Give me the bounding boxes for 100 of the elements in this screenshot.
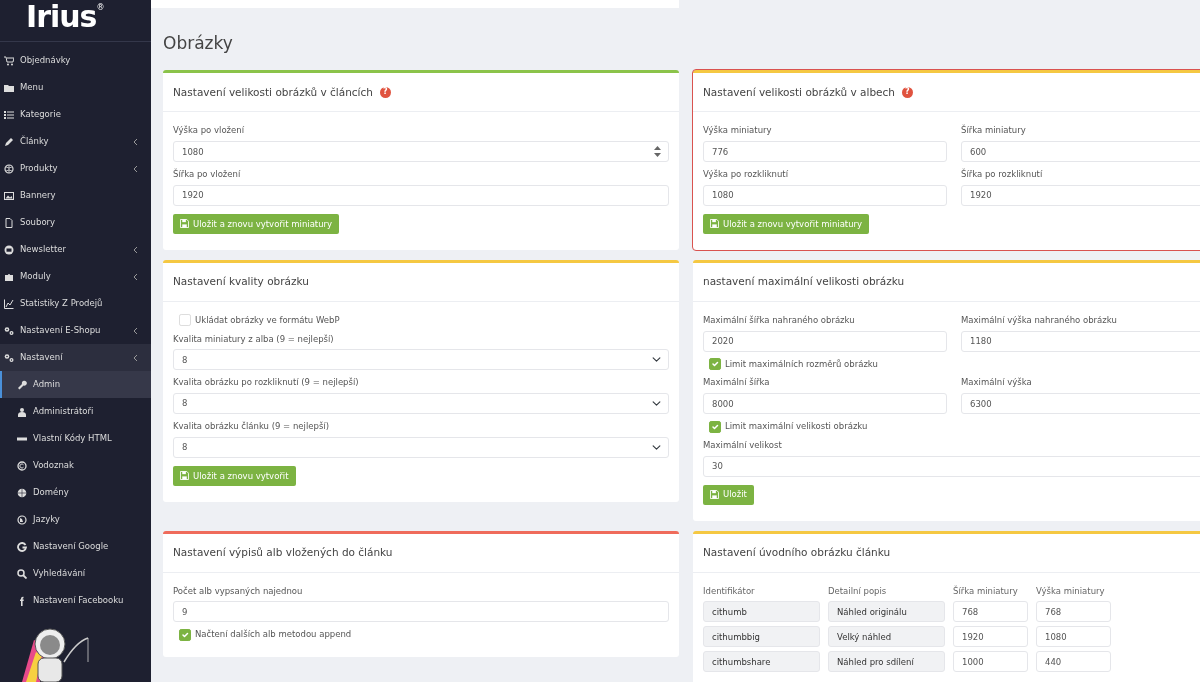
card-title: Nastavení úvodního obrázku článku [703,544,891,560]
field-label: Maximální výška [961,376,1033,390]
checkbox[interactable] [709,358,721,370]
input-field[interactable]: 776 [703,141,947,163]
field-label: Šířka po rozkliknutí [961,168,1044,181]
checkbox-label: Limit maximální velikosti obrázku [725,420,868,433]
card-title: Nastavení kvality obrázku [173,274,309,289]
sidebar-item[interactable]: Moduly [0,263,151,290]
help-icon[interactable]: ? [901,86,913,98]
field-label: Kvalita obrázku po rozkliknutí (9 = nejlepší) [173,376,360,390]
input-field[interactable]: 1920 [961,184,1200,206]
pencil-icon [4,136,14,147]
readonly-field[interactable]: Velký náhled [828,626,945,648]
field-label: Šířka miniatury [961,124,1027,138]
input-field[interactable]: 1000 [953,651,1028,673]
file-icon [4,217,14,228]
column-header: Šířka miniatury [953,584,1019,598]
wrench-icon [17,379,27,390]
checkbox-label: Limit maximálních rozměrů obrázku [725,357,878,371]
sidebar-item[interactable]: Nastavení [0,344,151,371]
field-label: Maximální šířka nahraného obrázku [703,313,856,327]
checkbox-label: Načtení dalších alb metodou append [195,628,352,642]
column-header: Detailní popis [828,584,888,598]
sidebar-item[interactable]: Menu [0,74,151,101]
sidebar-item[interactable]: Články [0,128,151,155]
readonly-field[interactable]: cithumbshare [703,651,820,673]
sidebar-item[interactable]: Statistiky Z Prodejů [0,290,151,317]
user-icon [17,406,27,417]
sidebar-subitem[interactable]: Vlastní Kódy HTML [0,425,151,452]
save-icon [180,219,189,229]
sidebar-item[interactable]: Produkty [0,155,151,182]
sidebar-subitem[interactable]: Vyhledávání [0,560,151,587]
input-field[interactable]: 768 [953,601,1028,623]
input-field[interactable]: 1920 [953,626,1028,648]
field-label: Maximální výška nahraného obrázku [961,313,1118,327]
sidebar-item[interactable]: Newsletter [0,236,151,263]
field-label: Výška miniatury [703,124,773,138]
help-icon[interactable]: ? [379,86,391,98]
sidebar-subitem[interactable]: Admin [0,371,151,398]
readonly-field[interactable]: cithumb [703,601,820,623]
page-title: Obrázky [163,33,234,54]
card-title: Nastavení velikosti obrázků v článcích [173,84,373,100]
trademark-mark: ® [96,2,105,14]
checkbox[interactable] [709,420,721,433]
field-label: Maximální velikost [703,438,783,452]
input-field[interactable]: 440 [1036,651,1111,673]
input-field[interactable]: 1920 [173,184,669,206]
readonly-field[interactable]: Náhled originálu [828,601,945,623]
input-field[interactable]: 30 [703,455,1200,477]
sidebar-item[interactable]: Kategorie [0,101,151,128]
field-label: Šířka po vložení [173,168,242,181]
sidebar-subitem[interactable]: Domény [0,479,151,506]
select-field[interactable]: 8 [173,393,669,415]
input-field[interactable]: 600 [961,141,1200,163]
image-icon [4,190,14,201]
select-field[interactable]: 8 [173,436,669,458]
field-label: Počet alb vypsaných najednou [173,584,304,598]
input-field[interactable]: 1080 [1036,626,1111,648]
readonly-field[interactable]: cithumbbig [703,626,820,648]
save-icon [710,490,719,500]
field-label: Výška po rozkliknutí [703,168,790,181]
field-label: Kvalita obrázku článku (9 = nejlepší) [173,420,330,433]
logo-text: Irius [26,0,97,34]
search-icon [17,568,27,579]
readonly-field[interactable]: Náhled pro sdílení [828,651,945,673]
spinner-icon[interactable] [654,146,661,158]
sidebar-item[interactable]: Bannery [0,182,151,209]
checkbox-label: Ukládat obrázky ve formátu WebP [195,313,340,327]
card-title: Nastavení výpisů alb vložených do článku [173,544,393,560]
cart-icon [4,55,14,66]
input-field[interactable]: 768 [1036,601,1111,623]
sidebar-subitem[interactable]: Nastavení Facebooku [0,587,151,614]
sidebar-subitem[interactable]: Nastavení Google [0,533,151,560]
chart-icon [4,298,14,309]
select-field[interactable]: 8 [173,349,669,371]
input-field[interactable]: 8000 [703,393,947,415]
sidebar-item[interactable]: Objednávky [0,47,151,74]
sidebar-item[interactable]: Nastavení E-Shopu [0,317,151,344]
list-icon [4,109,14,120]
input-field[interactable]: 2020 [703,330,947,352]
input-field[interactable]: 9 [173,601,669,623]
copyright-icon [17,460,27,471]
input-field[interactable]: 6300 [961,393,1200,415]
column-header: Identifikátor [703,584,756,598]
field-label: Maximální šířka [703,376,771,390]
gears-icon [4,325,14,336]
column-header: Výška miniatury [1036,584,1106,598]
save-icon [710,219,719,229]
input-field[interactable]: 1180 [961,330,1200,352]
sidebar-subitem[interactable]: Jazyky [0,506,151,533]
sidebar-subitem[interactable]: Vodoznak [0,452,151,479]
folder-icon [4,82,14,93]
input-field[interactable]: 1080 [173,141,669,163]
card-title: nastavení maximální velikosti obrázku [703,274,905,289]
input-field[interactable]: 1080 [703,184,947,206]
sidebar-item[interactable]: Soubory [0,209,151,236]
sidebar-subitem[interactable]: Administrátoři [0,398,151,425]
checkbox[interactable] [179,628,191,641]
save-icon [180,471,189,481]
gears-icon [4,352,14,363]
